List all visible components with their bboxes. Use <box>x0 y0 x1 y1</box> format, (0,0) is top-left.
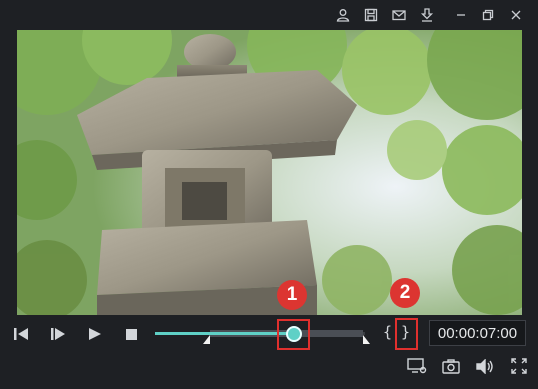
video-preview[interactable] <box>17 30 522 315</box>
fullscreen-button[interactable] <box>507 355 531 377</box>
in-point-marker[interactable] <box>202 335 210 344</box>
snapshot-button[interactable] <box>439 355 463 377</box>
previous-frame-button[interactable] <box>10 323 32 345</box>
mail-icon[interactable] <box>389 5 409 25</box>
stop-icon <box>125 328 137 340</box>
mark-in-button[interactable]: { <box>383 323 392 341</box>
restore-icon[interactable] <box>478 5 498 25</box>
minimize-icon[interactable] <box>451 5 471 25</box>
highlight-mark-out <box>395 318 418 350</box>
monitor-settings-icon <box>407 358 427 374</box>
next-frame-button[interactable] <box>47 323 69 345</box>
annotation-badge-1: 1 <box>277 280 307 310</box>
annotation-badge-2: 2 <box>390 278 420 308</box>
camera-icon <box>442 358 460 374</box>
next-frame-icon <box>51 328 65 340</box>
volume-button[interactable] <box>473 355 497 377</box>
stone-lantern-frame <box>17 30 522 315</box>
timecode-display[interactable]: 00:00:07:00 <box>429 320 526 346</box>
account-icon[interactable] <box>333 5 353 25</box>
seek-bar-progress <box>155 332 294 335</box>
close-icon[interactable] <box>506 5 526 25</box>
play-icon <box>89 328 101 340</box>
title-bar <box>0 0 538 30</box>
save-icon[interactable] <box>361 5 381 25</box>
fullscreen-icon <box>511 358 527 374</box>
download-icon[interactable] <box>417 5 437 25</box>
highlight-playhead <box>277 319 310 350</box>
play-button[interactable] <box>84 323 106 345</box>
previous-frame-icon <box>14 328 28 340</box>
display-settings-button[interactable] <box>405 355 429 377</box>
out-point-marker[interactable] <box>362 335 370 344</box>
stop-button[interactable] <box>120 323 142 345</box>
speaker-icon <box>476 358 493 374</box>
